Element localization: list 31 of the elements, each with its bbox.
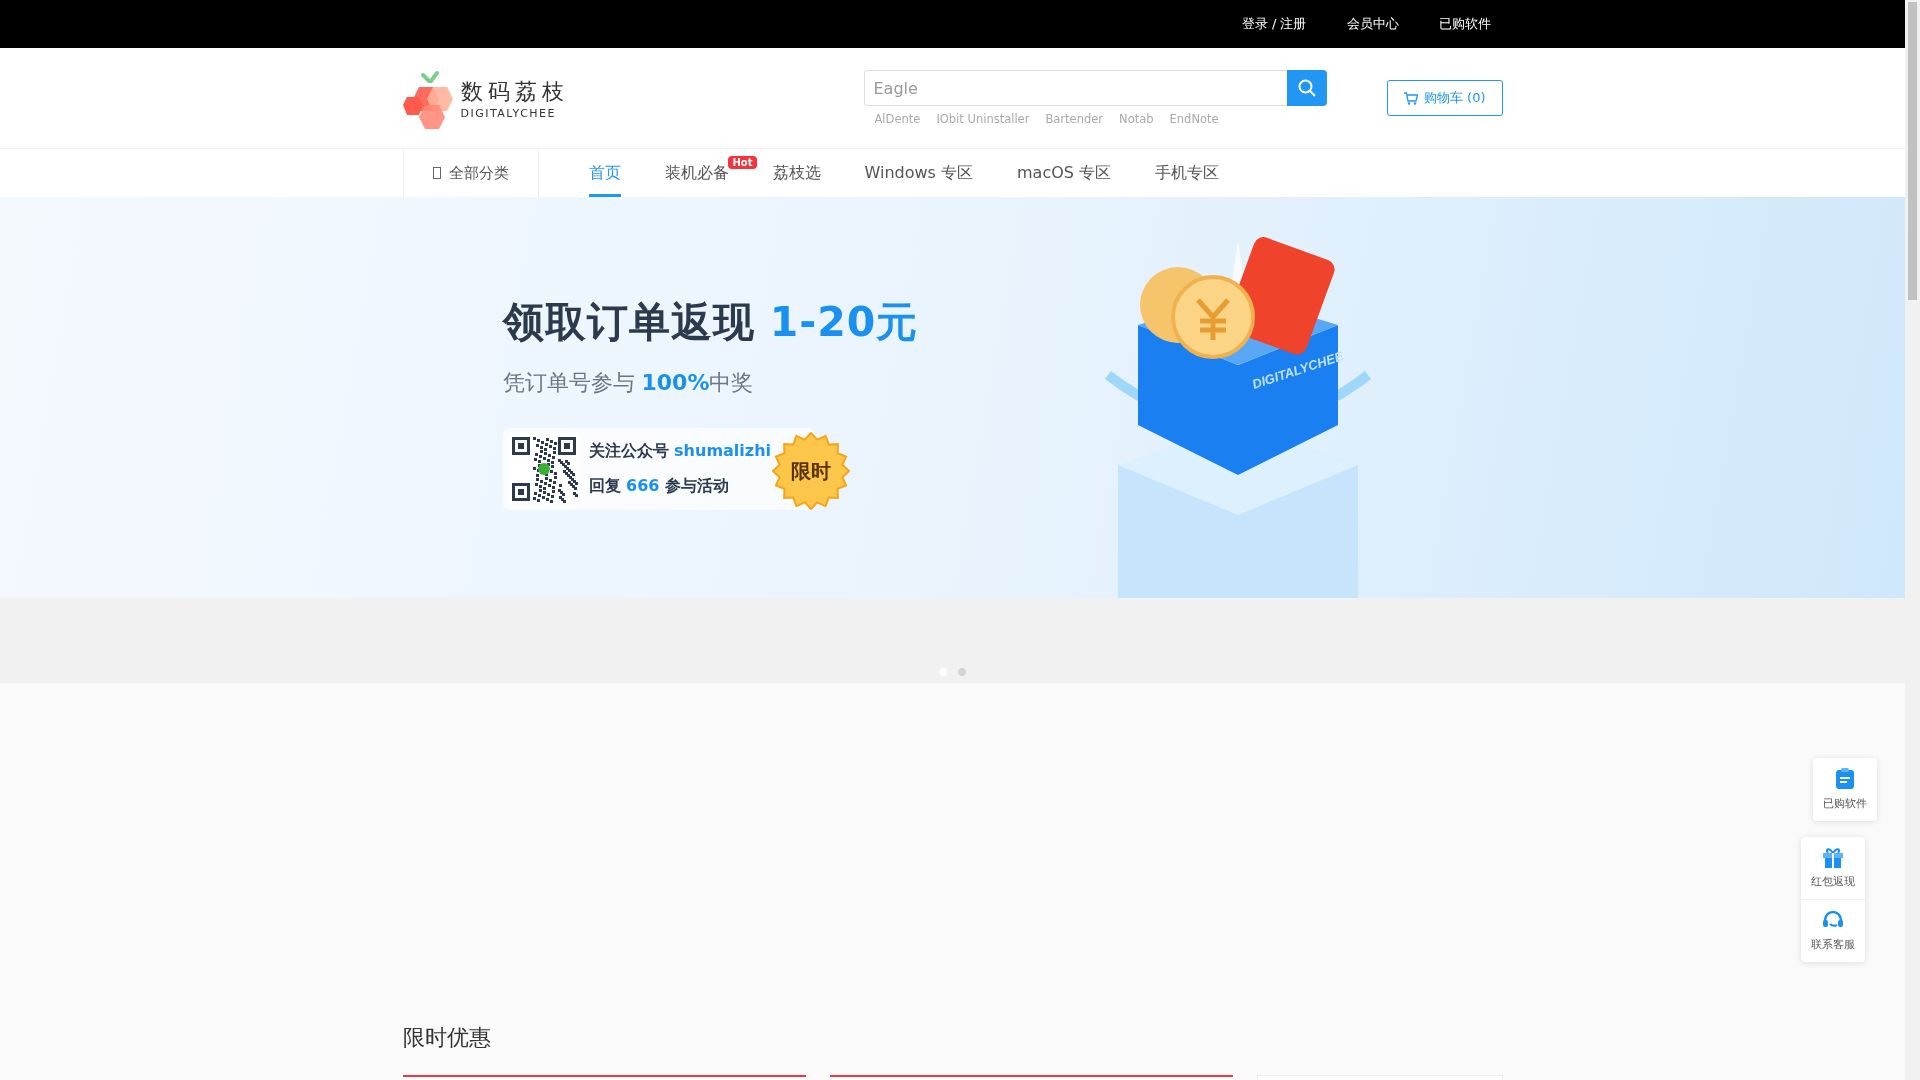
nav-tab[interactable]: macOS 专区 xyxy=(1017,149,1112,197)
hot-badge: Hot xyxy=(728,156,757,169)
search-button[interactable] xyxy=(1286,70,1327,106)
cart-icon xyxy=(1403,91,1418,105)
nav-tab[interactable]: 手机专区 xyxy=(1155,149,1220,197)
scrollbar-thumb[interactable] xyxy=(1908,2,1917,300)
nav-tab[interactable]: 装机必备 xyxy=(664,149,729,197)
section-title: 限时优惠 xyxy=(402,1024,492,1052)
nav-tab[interactable]: Windows 专区 xyxy=(864,149,973,197)
gift-icon xyxy=(1823,847,1843,868)
top-link[interactable]: 登录 / 注册 xyxy=(1241,15,1307,33)
nav-tab[interactable]: 荔枝选 xyxy=(772,149,821,197)
side-link[interactable]: 已购软件 xyxy=(1813,758,1877,821)
starburst-stamp-icon xyxy=(771,432,850,510)
banner-title: 领取订单返现 1-20元 xyxy=(502,297,919,348)
document-icon xyxy=(1835,768,1855,790)
top-link[interactable]: 已购软件 xyxy=(1438,15,1491,33)
top-link[interactable]: 会员中心 xyxy=(1346,15,1399,33)
side-link[interactable]: 联系客服 xyxy=(1801,899,1865,962)
search-icon xyxy=(1297,79,1316,97)
qr-instruction: 关注公众号 shumalizhi xyxy=(588,441,771,462)
side-link[interactable]: 红包返现 xyxy=(1801,837,1865,899)
menu-icon xyxy=(432,167,441,179)
scrollbar[interactable] xyxy=(1905,0,1920,1080)
banner-subtitle: 凭订单号参与 100%中奖 xyxy=(502,369,755,397)
qr-instruction: 回复 666 参与活动 xyxy=(588,476,731,497)
logo-subtitle: DIGITALYCHEE xyxy=(460,106,557,120)
logo-name: 数码荔枝 xyxy=(460,77,569,106)
carousel-dot[interactable] xyxy=(958,668,966,676)
category-menu-button[interactable]: 全部分类 xyxy=(402,149,539,197)
stamp-label: 限时 xyxy=(790,457,831,485)
